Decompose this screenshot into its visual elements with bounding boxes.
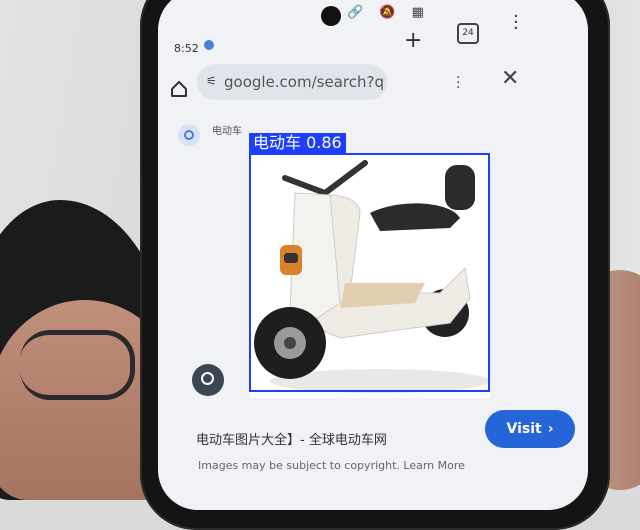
lens-icon-inner <box>184 130 194 140</box>
url-text[interactable]: google.com/search?q=目 <box>224 71 384 92</box>
status-dot <box>204 40 214 50</box>
visit-button[interactable]: Visit › <box>485 410 575 448</box>
tune-icon[interactable]: ⚟ <box>206 74 217 88</box>
menu-icon[interactable]: · · · <box>513 8 519 38</box>
home-icon[interactable] <box>170 80 188 98</box>
status-time: 8:52 <box>174 42 199 55</box>
search-chip-label[interactable]: 电动车 <box>212 122 242 137</box>
detection-label: 电动车 0.86 <box>249 133 346 153</box>
chevron-right-icon: › <box>547 421 554 437</box>
visit-label: Visit <box>506 421 542 437</box>
system-status-icons: 🔗 🔕 ▦ <box>347 5 430 20</box>
overflow-menu-icon[interactable]: · · · <box>456 71 460 95</box>
glasses <box>20 330 135 400</box>
close-icon[interactable]: ✕ <box>501 66 519 91</box>
camera-hole <box>321 6 341 26</box>
detection-box <box>249 153 490 392</box>
plus-icon[interactable]: + <box>404 28 422 53</box>
tabs-icon[interactable]: 24 <box>457 23 479 44</box>
result-title[interactable]: 电动车图片大全】- 全球电动车网 <box>196 429 387 448</box>
copyright-notice: Images may be subject to copyright. Lear… <box>198 459 465 472</box>
lens-button-icon <box>201 372 214 385</box>
